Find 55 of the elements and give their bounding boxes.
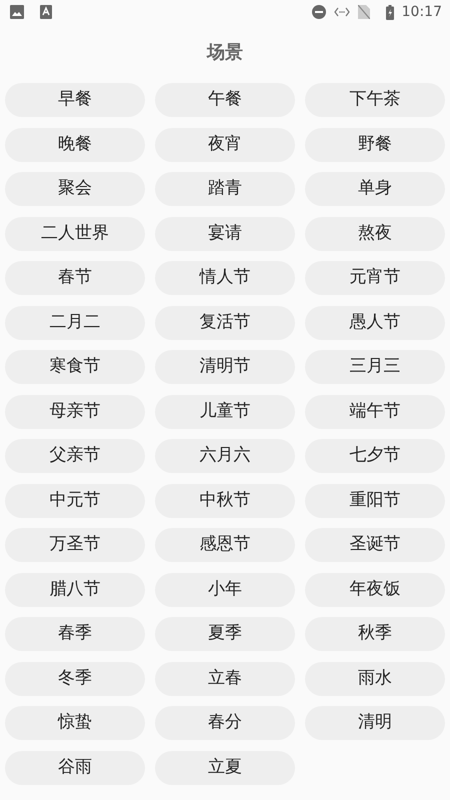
scene-button[interactable]: 野餐 xyxy=(305,128,445,162)
scene-button[interactable]: 小年 xyxy=(155,572,295,606)
scene-button[interactable]: 早餐 xyxy=(5,83,145,117)
scene-button[interactable]: 秋季 xyxy=(305,617,445,651)
scene-button[interactable]: 复活节 xyxy=(155,306,295,340)
scene-button[interactable]: 春分 xyxy=(155,706,295,740)
scene-button[interactable]: 谷雨 xyxy=(5,750,145,784)
scene-button[interactable]: 二人世界 xyxy=(5,216,145,250)
data-saver-icon xyxy=(334,7,350,17)
image-icon xyxy=(10,5,24,19)
scene-button[interactable]: 万圣节 xyxy=(5,528,145,562)
status-time: 10:17 xyxy=(402,2,442,22)
scene-button[interactable]: 夏季 xyxy=(155,617,295,651)
scene-button[interactable]: 中元节 xyxy=(5,484,145,518)
no-sim-icon xyxy=(358,5,370,19)
scene-button[interactable]: 午餐 xyxy=(155,83,295,117)
scene-button[interactable]: 圣诞节 xyxy=(305,528,445,562)
scene-button[interactable]: 七夕节 xyxy=(305,439,445,473)
scene-button[interactable]: 单身 xyxy=(305,172,445,206)
scene-button[interactable]: 三月三 xyxy=(305,350,445,384)
scene-button[interactable]: 下午茶 xyxy=(305,83,445,117)
battery-charging-icon xyxy=(386,4,394,20)
scene-button[interactable]: 聚会 xyxy=(5,172,145,206)
scene-button[interactable]: 母亲节 xyxy=(5,394,145,428)
scene-button[interactable]: 端午节 xyxy=(305,394,445,428)
scene-button[interactable]: 元宵节 xyxy=(305,261,445,295)
scene-button[interactable]: 立夏 xyxy=(155,750,295,784)
scene-button[interactable]: 宴请 xyxy=(155,216,295,250)
scene-button[interactable]: 儿童节 xyxy=(155,394,295,428)
scene-button[interactable]: 六月六 xyxy=(155,439,295,473)
scene-button[interactable]: 二月二 xyxy=(5,306,145,340)
scene-button[interactable]: 父亲节 xyxy=(5,439,145,473)
scene-button[interactable]: 立春 xyxy=(155,662,295,696)
scene-button[interactable]: 感恩节 xyxy=(155,528,295,562)
scene-button[interactable]: 重阳节 xyxy=(305,484,445,518)
scene-button[interactable]: 愚人节 xyxy=(305,306,445,340)
scene-button[interactable]: 寒食节 xyxy=(5,350,145,384)
scene-button[interactable]: 腊八节 xyxy=(5,572,145,606)
scene-button[interactable]: 冬季 xyxy=(5,662,145,696)
scene-button[interactable]: 踏青 xyxy=(155,172,295,206)
scene-button[interactable]: 春节 xyxy=(5,261,145,295)
scene-button[interactable]: 雨水 xyxy=(305,662,445,696)
scene-button[interactable]: 情人节 xyxy=(155,261,295,295)
scene-button[interactable]: 熬夜 xyxy=(305,216,445,250)
do-not-disturb-icon xyxy=(312,5,326,19)
font-icon xyxy=(40,5,52,19)
scene-button[interactable]: 春季 xyxy=(5,617,145,651)
scene-button[interactable]: 晚餐 xyxy=(5,128,145,162)
scene-button[interactable]: 年夜饭 xyxy=(305,572,445,606)
scene-button[interactable]: 中秋节 xyxy=(155,484,295,518)
scene-button[interactable]: 惊蛰 xyxy=(5,706,145,740)
scene-button[interactable]: 清明 xyxy=(305,706,445,740)
page-title: 场景 xyxy=(207,40,243,64)
scene-button[interactable]: 清明节 xyxy=(155,350,295,384)
scene-button[interactable]: 夜宵 xyxy=(155,128,295,162)
